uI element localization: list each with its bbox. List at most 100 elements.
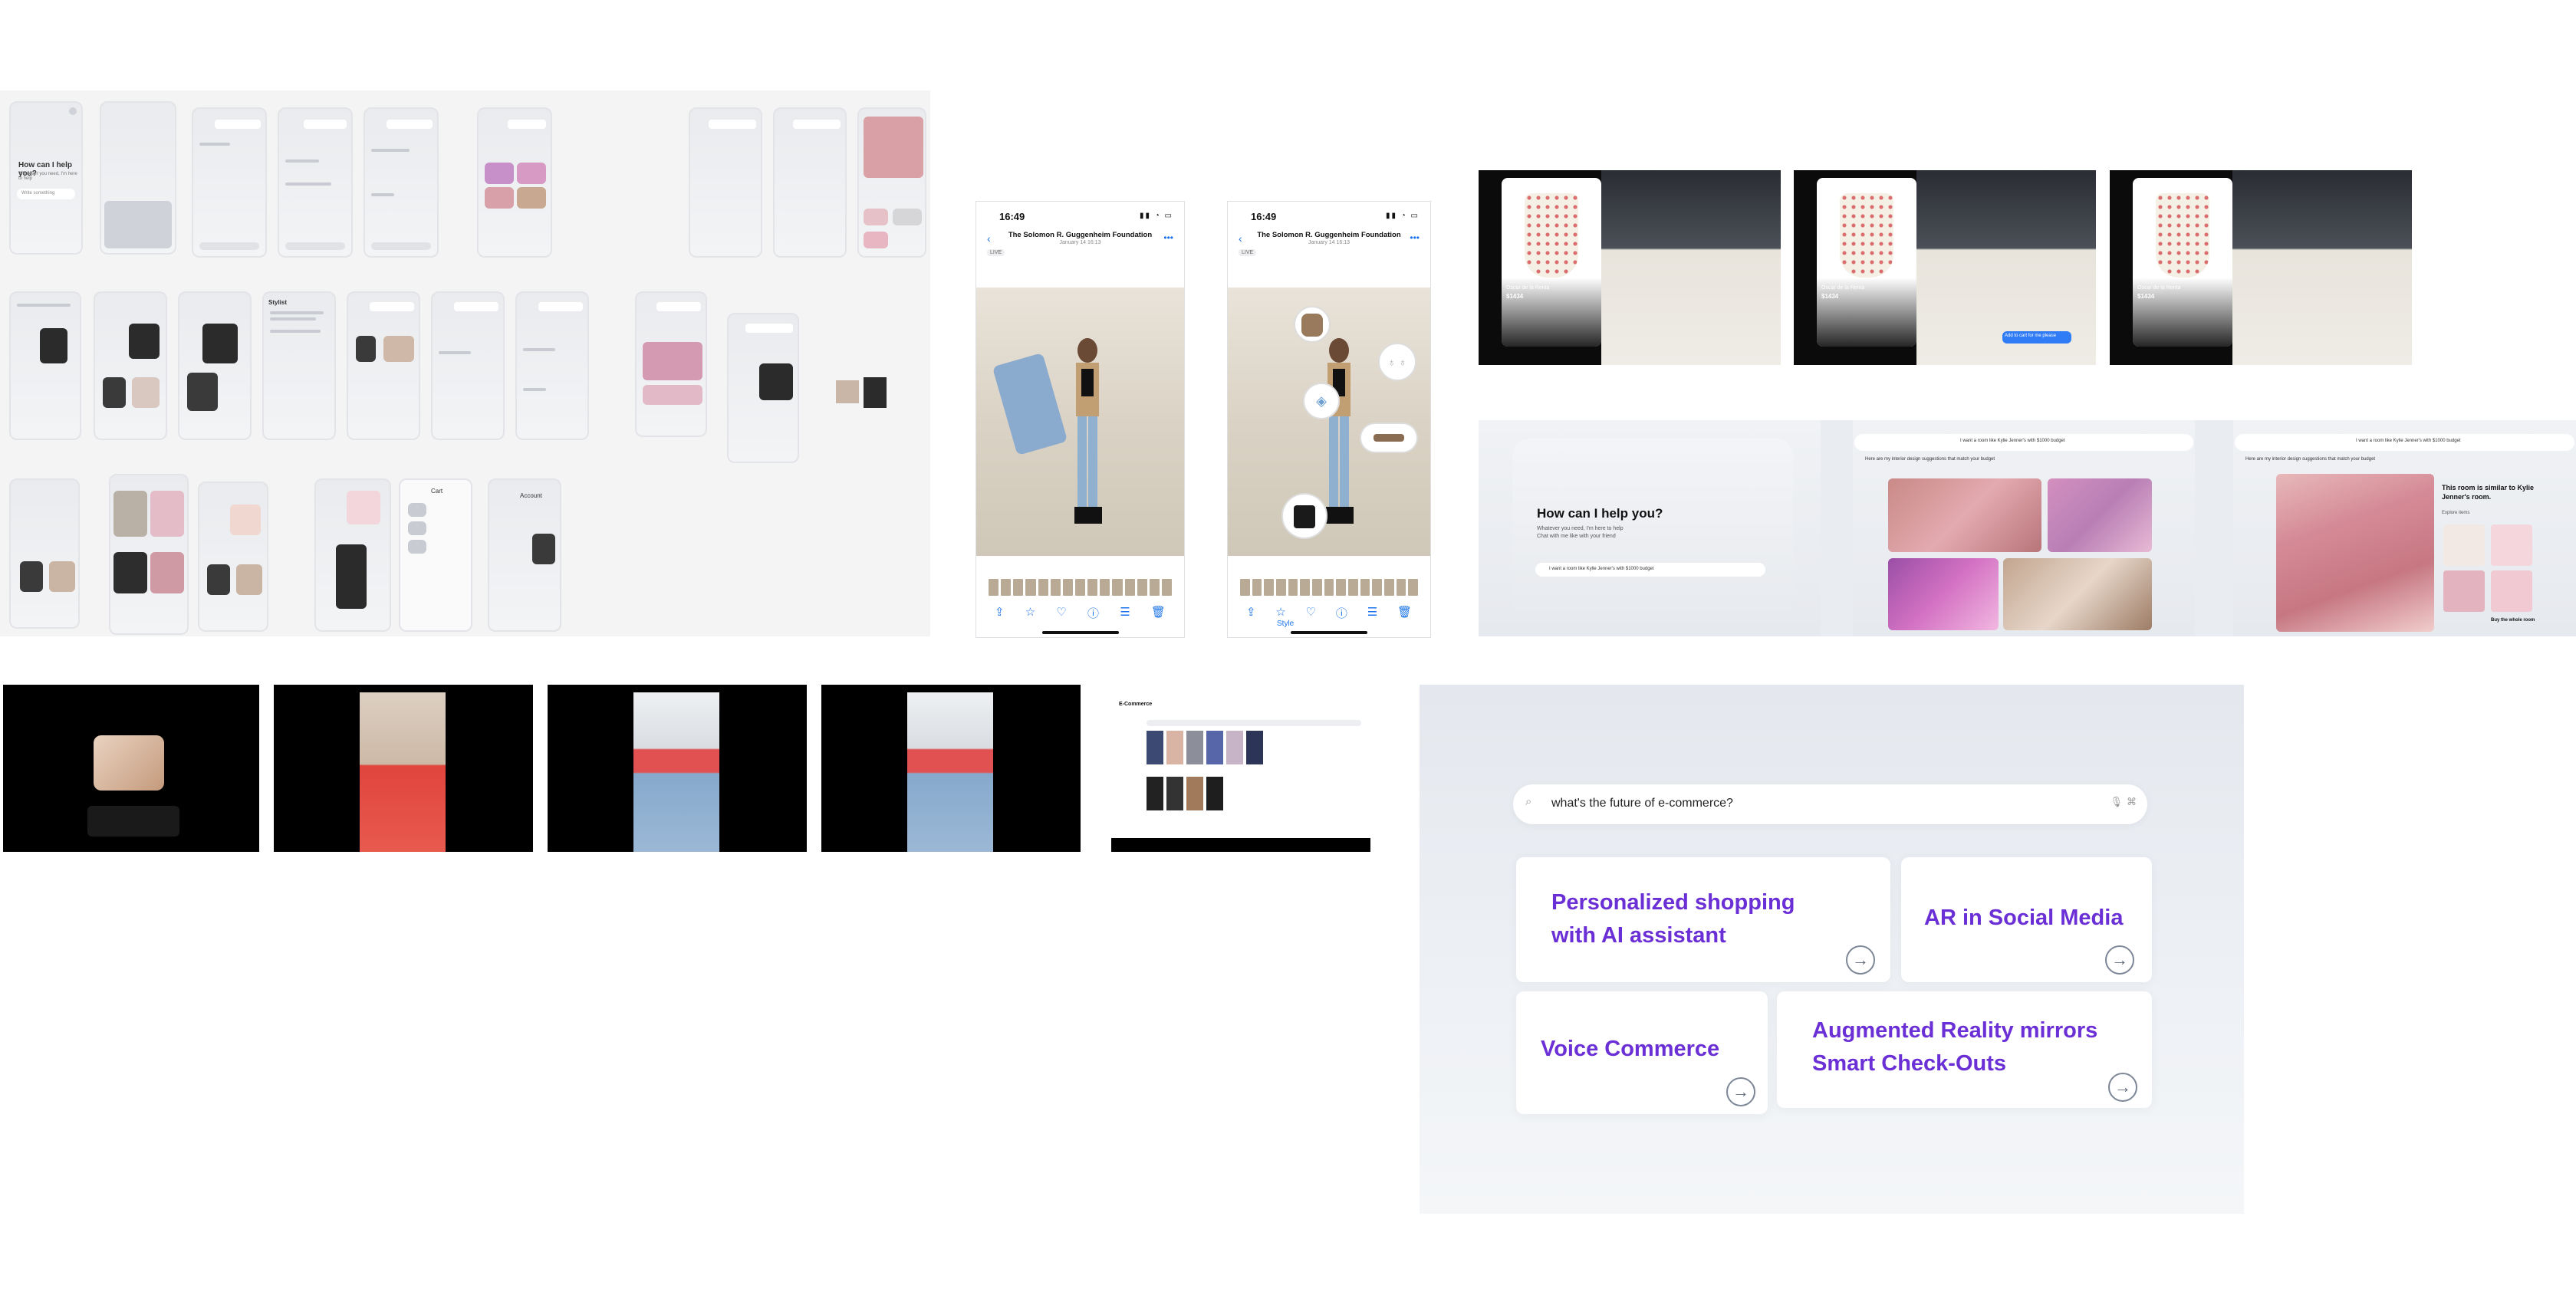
arrow-right-icon[interactable]: →: [1726, 1077, 1755, 1106]
item-bubble-belt[interactable]: [1360, 422, 1418, 453]
item-bubble-boots[interactable]: [1281, 493, 1327, 539]
input-hint: Write something: [21, 191, 55, 196]
adjust-icon[interactable]: ☰: [1367, 605, 1377, 621]
live-badge[interactable]: LIVE: [987, 249, 1005, 256]
query-text: I want a room like Kylie Jenner's with $…: [2356, 439, 2461, 443]
wireframe-screen[interactable]: Stylist: [262, 291, 336, 440]
wireframe-board: How can I help you? Whatever you need, I…: [0, 90, 930, 636]
product-card[interactable]: Oscar de la Renta $1434: [1817, 178, 1916, 347]
style-label[interactable]: Style: [1277, 620, 1294, 628]
heart-icon[interactable]: ♡: [1056, 605, 1066, 621]
wireframe-screen[interactable]: [9, 291, 81, 440]
thumbnail-strip[interactable]: [989, 579, 1173, 596]
arrow-right-icon[interactable]: →: [2105, 945, 2134, 975]
results-intro: Here are my interior design suggestions …: [1865, 457, 1995, 462]
card-label: Voice Commerce: [1541, 1037, 1720, 1061]
adjust-icon[interactable]: ☰: [1120, 605, 1130, 621]
photo-title: The Solomon R. Guggenheim Foundation: [1257, 231, 1401, 239]
card-label: Personalized shopping with AI assistant: [1551, 890, 1795, 948]
room-image[interactable]: [1888, 558, 1999, 630]
wireframe-screen[interactable]: [198, 482, 268, 632]
wireframe-screen[interactable]: [773, 107, 847, 258]
product-tile[interactable]: [2491, 570, 2532, 612]
search-bar[interactable]: ⌕ what's the future of e-commerce? 🎙 ⌘: [1513, 784, 2147, 824]
shop-brand: E-Commerce: [1119, 702, 1153, 707]
info-icon[interactable]: ⓘ: [1336, 605, 1347, 621]
explore-label: Explore items: [2442, 511, 2470, 515]
product-price: $1434: [1821, 293, 1839, 300]
wireframe-screen[interactable]: Account: [488, 478, 561, 632]
wireframe-screen[interactable]: [94, 291, 167, 440]
item-bubble-jacket[interactable]: [1294, 306, 1331, 343]
thumbnail-strip[interactable]: [1240, 579, 1419, 596]
person-figure: [1074, 338, 1102, 524]
wireframe-screen[interactable]: [192, 107, 267, 258]
command-icon[interactable]: ⌘: [2127, 796, 2137, 808]
wireframe-screen[interactable]: [178, 291, 252, 440]
topic-card-ar-social[interactable]: AR in Social Media →: [1901, 857, 2152, 982]
wireframe-screen[interactable]: [9, 478, 80, 629]
sparkle-icon[interactable]: ☆: [1275, 605, 1285, 621]
trash-icon[interactable]: 🗑: [1397, 605, 1412, 621]
cart-label: Cart: [431, 488, 443, 495]
photo-date: January 14 16:13: [1059, 240, 1101, 245]
reply-bubble: Add to cart for me please: [2002, 331, 2071, 344]
wireframe-screen[interactable]: [100, 101, 176, 255]
wireframe-screen[interactable]: [109, 474, 189, 635]
trash-icon[interactable]: 🗑: [1151, 605, 1166, 621]
wireframe-screen[interactable]: [727, 313, 799, 463]
wireframe-screen[interactable]: [314, 478, 391, 632]
info-icon[interactable]: ⓘ: [1087, 605, 1099, 621]
live-badge[interactable]: LIVE: [1239, 249, 1257, 256]
mic-icon[interactable]: 🎙: [2110, 796, 2123, 808]
buy-room-button[interactable]: Buy the whole room: [2491, 618, 2535, 623]
card-label: Augmented Reality mirrors Smart Check-Ou…: [1812, 1018, 2098, 1076]
wireframe-screen[interactable]: [515, 291, 589, 440]
product-card[interactable]: Oscar de la Renta $1434: [2133, 178, 2232, 347]
product-price: $1434: [2137, 293, 2155, 300]
topic-card-ar-mirrors[interactable]: Augmented Reality mirrors Smart Check-Ou…: [1777, 991, 2152, 1108]
arrow-right-icon[interactable]: →: [1846, 945, 1875, 975]
item-bubble-earrings[interactable]: ♁ ♁: [1378, 343, 1416, 381]
greeting-sub: Whatever you need, I'm here to help: [1537, 526, 1624, 531]
wireframe-screen[interactable]: [364, 107, 439, 258]
main-photo[interactable]: ♁ ♁ ◈: [1228, 288, 1430, 556]
topic-card-voice-commerce[interactable]: Voice Commerce →: [1516, 991, 1768, 1114]
wireframe-screen[interactable]: Cart: [399, 478, 472, 632]
status-time: 16:49: [1251, 211, 1277, 222]
room-image-large[interactable]: [2276, 474, 2434, 632]
wireframe-screen[interactable]: [635, 291, 707, 437]
crowd-photo: [2232, 170, 2412, 365]
status-icons: ▮▮ ◔ ▭: [1139, 212, 1173, 220]
product-price: $1434: [1506, 293, 1524, 300]
product-tile[interactable]: [2443, 570, 2485, 612]
video-frame-mirror: [3, 685, 259, 852]
greeting-sub: Whatever you need, I'm here to help: [18, 172, 77, 181]
wireframe-screen[interactable]: [431, 291, 505, 440]
main-photo[interactable]: [976, 288, 1184, 556]
wireframe-screen[interactable]: [477, 107, 552, 258]
item-bubble-necklace[interactable]: ◈: [1303, 383, 1340, 419]
arrow-right-icon[interactable]: →: [2108, 1073, 2137, 1102]
wireframe-screen[interactable]: [857, 107, 926, 258]
photos-phone-after: 16:49 ▮▮ ◔ ▭ ‹ ••• The Solomon R. Guggen…: [1227, 201, 1431, 638]
wireframe-screen[interactable]: [278, 107, 353, 258]
product-tile[interactable]: [2443, 524, 2485, 566]
share-icon[interactable]: ⇪: [1246, 605, 1256, 621]
sparkle-icon[interactable]: ☆: [1025, 605, 1035, 621]
heart-icon[interactable]: ♡: [1306, 605, 1316, 621]
wireframe-screen[interactable]: [689, 107, 762, 258]
room-image[interactable]: [2048, 478, 2152, 552]
topic-card-personalized-shopping[interactable]: Personalized shopping with AI assistant …: [1516, 857, 1890, 982]
product-tile[interactable]: [2491, 524, 2532, 566]
wireframe-screen[interactable]: [347, 291, 420, 440]
room-image[interactable]: [2003, 558, 2152, 630]
status-time: 16:49: [999, 211, 1025, 222]
profile-icon: [69, 107, 77, 115]
share-icon[interactable]: ⇪: [995, 605, 1005, 621]
product-card[interactable]: Oscar de la Renta $1434: [1502, 178, 1601, 347]
wireframe-screen[interactable]: How can I help you? Whatever you need, I…: [9, 101, 83, 255]
video-frame: [274, 685, 533, 852]
room-finder-row: How can I help you? Whatever you need, I…: [1479, 420, 2576, 636]
room-image[interactable]: [1888, 478, 2041, 552]
